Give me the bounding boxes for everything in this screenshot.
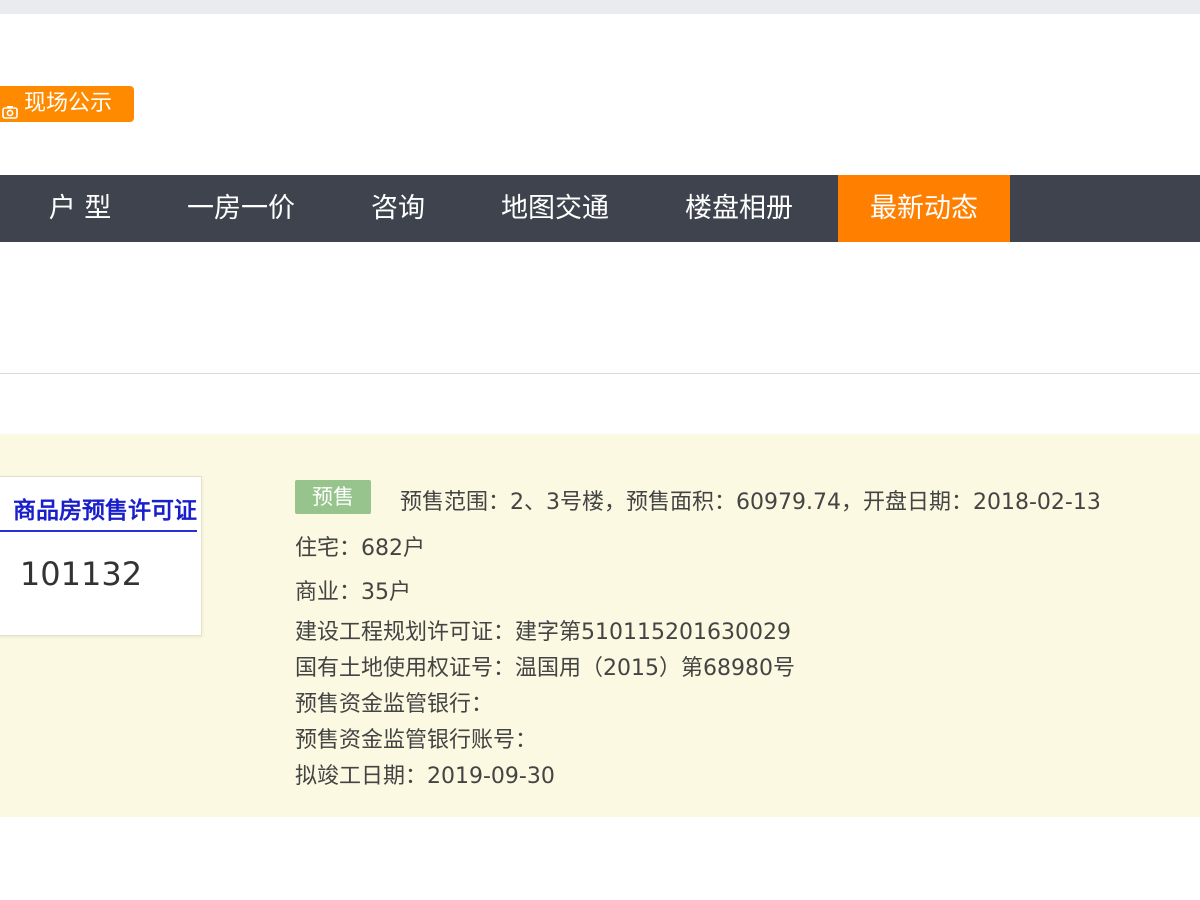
- presale-summary: 预售范围：2、3号楼，预售面积：60979.74，开盘日期：2018-02-13: [400, 490, 1101, 515]
- planning-permit: 建设工程规划许可证：建字第510115201630029: [295, 620, 791, 645]
- presale-permit-card: 商品房预售许可证 101132: [0, 476, 202, 636]
- presale-tag: 预售: [295, 480, 371, 514]
- camera-icon: [2, 96, 18, 119]
- permit-divider: [0, 530, 197, 532]
- nav-bar: 户 型 一房一价 咨询 地图交通 楼盘相册 最新动态: [0, 175, 1200, 242]
- land-certificate: 国有土地使用权证号：温国用（2015）第68980号: [295, 656, 795, 681]
- supervising-account: 预售资金监管银行账号：: [295, 728, 538, 753]
- nav-item-latest-news[interactable]: 最新动态: [838, 175, 1010, 242]
- permit-number: 101132: [19, 555, 143, 593]
- permit-title: 商品房预售许可证: [13, 498, 197, 524]
- completion-date: 拟竣工日期：2019-09-30: [295, 764, 555, 789]
- top-strip: [0, 0, 1200, 14]
- nav-item-map-traffic[interactable]: 地图交通: [490, 175, 620, 242]
- residential-count: 住宅：682户: [295, 536, 425, 561]
- supervising-bank: 预售资金监管银行：: [295, 692, 494, 717]
- nav-item-album[interactable]: 楼盘相册: [674, 175, 804, 242]
- divider: [0, 373, 1200, 374]
- nav-item-floor-plan[interactable]: 户 型: [40, 175, 120, 242]
- badge-label: 现场公示: [24, 91, 113, 116]
- nav-item-price-list[interactable]: 一房一价: [178, 175, 304, 242]
- commercial-count: 商业：35户: [295, 580, 411, 605]
- live-announcement-badge[interactable]: 现场公示: [0, 86, 134, 122]
- nav-item-consult[interactable]: 咨询: [360, 175, 436, 242]
